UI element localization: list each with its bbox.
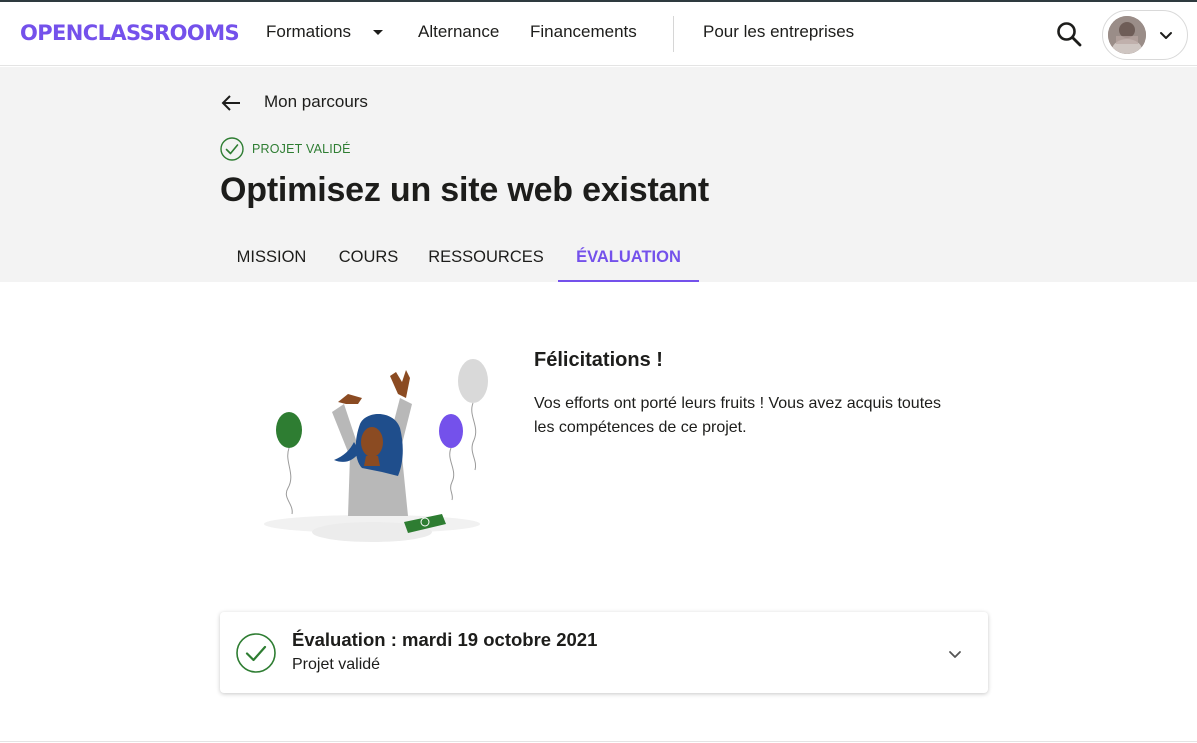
chevron-down-icon[interactable] [946,645,964,663]
avatar[interactable] [1108,16,1146,54]
project-status-badge: PROJET VALIDÉ [252,142,351,156]
check-circle-icon [220,137,244,161]
tab-mission[interactable]: MISSION [220,236,323,282]
evaluation-status: Projet validé [292,656,381,673]
tab-cours[interactable]: COURS [323,236,414,282]
back-link-label[interactable]: Mon parcours [264,92,368,112]
user-menu-button[interactable] [1102,10,1188,60]
page-title: Optimisez un site web existant [220,171,710,209]
check-circle-icon [236,633,276,673]
search-icon[interactable] [1055,20,1083,48]
evaluation-accordion[interactable]: Évaluation : mardi 19 octobre 2021 Proje… [220,612,988,693]
congrats-message: Vos efforts ont porté leurs fruits ! Vou… [534,395,942,436]
caret-down-icon[interactable] [373,30,383,35]
nav-alternance[interactable]: Alternance [418,22,499,42]
nav-formations[interactable]: Formations [266,22,351,42]
footer-divider [0,741,1197,742]
openclassrooms-logo[interactable]: OPENCLASSROOMS [20,21,240,45]
evaluation-title: Évaluation : mardi 19 octobre 2021 [292,629,598,650]
arrow-left-icon[interactable] [220,92,242,114]
nav-pour-les-entreprises[interactable]: Pour les entreprises [703,22,854,42]
celebration-illustration [262,352,492,548]
chevron-down-icon[interactable] [1158,27,1174,43]
top-navbar: OPENCLASSROOMS Formations Alternance Fin… [0,2,1197,66]
nav-divider [673,16,674,52]
nav-financements[interactable]: Financements [530,22,637,42]
tab-ressources[interactable]: RESSOURCES [414,236,558,282]
congrats-title: Félicitations ! [534,349,663,371]
tab-evaluation[interactable]: ÉVALUATION [558,236,699,282]
